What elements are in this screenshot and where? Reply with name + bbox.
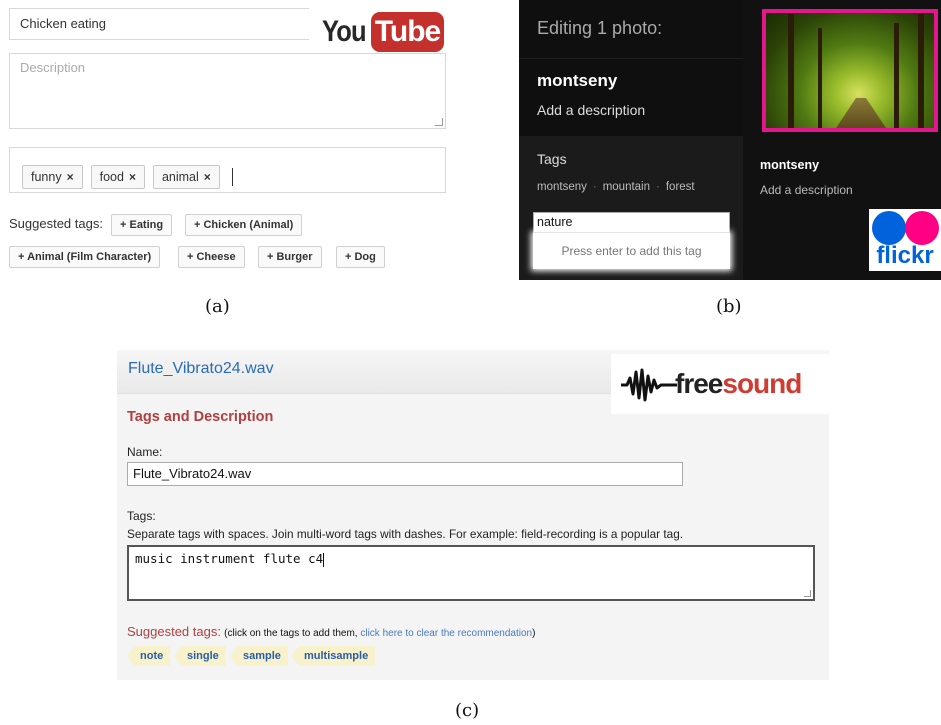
- flickr-panel: Editing 1 photo: montseny Add a descript…: [519, 0, 941, 280]
- tags-textarea[interactable]: music instrument flute c4: [127, 545, 815, 601]
- tag-chip-label: funny: [31, 169, 62, 184]
- tag-item[interactable]: forest: [666, 181, 695, 193]
- remove-tag-icon[interactable]: ×: [67, 170, 74, 184]
- add-description-link[interactable]: Add a description: [537, 102, 645, 118]
- name-input[interactable]: Flute_Vibrato24.wav: [127, 462, 683, 486]
- tag-separator: ·: [656, 181, 660, 193]
- youtube-panel: Chicken eating You Tube Description funn…: [0, 0, 460, 290]
- caption-b: (b): [716, 296, 742, 317]
- tag-list: montseny · mountain · forest: [537, 181, 695, 193]
- tags-help-text: Separate tags with spaces. Join multi-wo…: [127, 527, 684, 541]
- resize-grip-icon[interactable]: [804, 590, 811, 597]
- waveform-icon: [621, 368, 677, 402]
- text-cursor: [323, 552, 325, 567]
- tags-heading: Tags: [537, 151, 567, 167]
- suggested-tags-label: Suggested tags:: [127, 624, 221, 639]
- tag-chip: funny ×: [22, 164, 83, 189]
- youtube-logo: You Tube: [322, 12, 446, 52]
- photo-thumbnail[interactable]: [762, 9, 938, 132]
- tag-chip: food ×: [90, 164, 145, 189]
- freesound-panel: Flute_Vibrato24.wav freesound Tags and D…: [117, 350, 829, 680]
- tags-label: Tags:: [127, 509, 156, 523]
- tree-trunk: [918, 13, 924, 128]
- suggested-tags-label: Suggested tags:: [9, 216, 103, 231]
- remove-tag-icon[interactable]: ×: [204, 170, 211, 184]
- tree-trunk: [788, 13, 794, 128]
- tree-trunk: [894, 23, 899, 128]
- suggested-tag[interactable]: single: [174, 646, 226, 666]
- description-textarea[interactable]: Description: [9, 53, 446, 129]
- tag-chip: animal ×: [152, 164, 220, 189]
- tag-item[interactable]: montseny: [537, 181, 587, 193]
- photo-title[interactable]: montseny: [537, 71, 617, 91]
- suggested-tags-note-end: ): [532, 628, 536, 639]
- name-label: Name:: [127, 445, 163, 459]
- title-input[interactable]: Chicken eating: [9, 8, 309, 40]
- tag-chip-label: food: [99, 169, 124, 184]
- tags-input-box[interactable]: funny × food × animal ×: [9, 147, 446, 193]
- youtube-logo-you: You: [322, 15, 367, 48]
- freesound-logo-sound: sound: [722, 368, 802, 399]
- tags-textarea-value: music instrument flute c4: [135, 551, 324, 566]
- caption-a: (a): [205, 296, 230, 317]
- flickr-logo-text: flickr: [876, 242, 934, 269]
- resize-grip-icon[interactable]: [435, 118, 443, 126]
- add-tag-input[interactable]: nature: [533, 212, 730, 233]
- suggested-tag[interactable]: multisample: [291, 646, 376, 666]
- flickr-logo: flickr: [869, 209, 941, 271]
- tag-separator: ·: [592, 181, 597, 193]
- suggested-tags-note: (click on the tags to add them,: [224, 628, 361, 639]
- sound-filename-title[interactable]: Flute_Vibrato24.wav: [128, 360, 274, 378]
- freesound-logo-free: free: [675, 368, 723, 399]
- freesound-logo-text: freesound: [675, 367, 802, 401]
- freesound-logo: freesound: [611, 354, 829, 414]
- text-cursor: [231, 167, 233, 186]
- photo-description-label: Add a description: [760, 183, 853, 197]
- suggested-tag[interactable]: sample: [230, 646, 288, 666]
- photo-name-label: montseny: [760, 158, 820, 172]
- tag-chip-label: animal: [161, 169, 199, 184]
- clear-recommendation-link[interactable]: click here to clear the recommendation: [360, 628, 532, 639]
- section-title: Tags and Description: [127, 409, 274, 425]
- tree-trunk: [818, 28, 822, 128]
- suggested-tags-line: Suggested tags: (click on the tags to ad…: [127, 624, 535, 639]
- suggested-tag-button[interactable]: + Dog: [336, 246, 385, 268]
- suggested-tag-button[interactable]: + Cheese: [178, 246, 245, 268]
- editing-heading: Editing 1 photo:: [537, 18, 663, 38]
- description-placeholder: Description: [20, 60, 86, 75]
- suggested-tag-button[interactable]: + Burger: [258, 246, 322, 268]
- flickr-logo-blue-dot: [872, 211, 906, 245]
- divider: [519, 58, 743, 59]
- add-tag-hint-popup[interactable]: Press enter to add this tag: [533, 233, 730, 269]
- suggested-tag-button[interactable]: + Chicken (Animal): [185, 214, 303, 236]
- remove-tag-icon[interactable]: ×: [129, 170, 136, 184]
- suggested-tag-button[interactable]: + Animal (Film Character): [9, 246, 161, 268]
- tag-item[interactable]: mountain: [603, 181, 650, 193]
- suggested-tag[interactable]: note: [127, 646, 171, 666]
- caption-c: (c): [455, 700, 480, 721]
- flickr-logo-pink-dot: [905, 211, 939, 245]
- forest-path: [836, 98, 886, 128]
- suggested-tag-button[interactable]: + Eating: [111, 214, 173, 236]
- youtube-logo-tube: Tube: [371, 12, 444, 52]
